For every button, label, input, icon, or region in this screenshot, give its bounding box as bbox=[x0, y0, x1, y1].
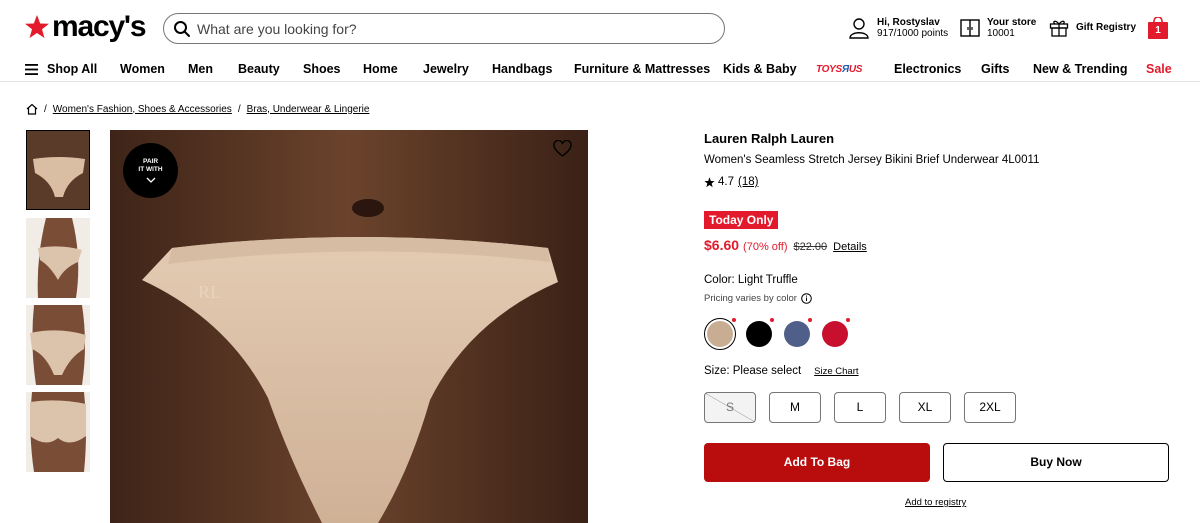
main-nav: Shop All Women Men Beauty Shoes Home Jew… bbox=[0, 56, 1200, 82]
nav-women[interactable]: Women bbox=[120, 62, 165, 76]
pricing-note: Pricing varies by color bbox=[704, 293, 812, 304]
store-icon bbox=[960, 19, 980, 37]
original-price: $22.00 bbox=[793, 241, 828, 253]
gift-registry-label: Gift Registry bbox=[1076, 21, 1137, 33]
nav-furniture[interactable]: Furniture & Mattresses bbox=[574, 62, 710, 76]
add-to-wishlist-button[interactable] bbox=[553, 139, 572, 163]
product-brand[interactable]: Lauren Ralph Lauren bbox=[704, 131, 834, 146]
nav-sale[interactable]: Sale bbox=[1146, 62, 1172, 76]
macys-logo[interactable]: macy's bbox=[24, 10, 147, 43]
breadcrumb: / Women's Fashion, Shoes & Accessories /… bbox=[26, 103, 375, 115]
sale-price: $6.60 bbox=[704, 237, 740, 253]
swatch-fill bbox=[707, 321, 733, 347]
gift-icon bbox=[1049, 20, 1069, 37]
info-icon[interactable] bbox=[801, 293, 812, 304]
product-rating[interactable]: 4.7 (18) bbox=[704, 176, 758, 188]
nav-gifts[interactable]: Gifts bbox=[981, 62, 1009, 76]
nav-electronics[interactable]: Electronics bbox=[894, 62, 961, 76]
pair-badge-line1: PAIR bbox=[142, 158, 159, 165]
nav-shoes[interactable]: Shoes bbox=[303, 62, 341, 76]
bag-count-badge: 1 bbox=[1148, 22, 1168, 39]
nav-kids-baby[interactable]: Kids & Baby bbox=[723, 62, 797, 76]
user-icon bbox=[849, 18, 869, 39]
size-label: Size: Please select bbox=[704, 365, 802, 377]
price-row: $6.60 (70% off) $22.00 Details bbox=[704, 237, 867, 253]
pricing-note-text: Pricing varies by color bbox=[704, 293, 797, 304]
home-icon[interactable] bbox=[26, 103, 38, 115]
color-swatch-light-truffle[interactable] bbox=[704, 318, 736, 350]
pair-it-with-badge[interactable]: PAIR IT WITH bbox=[123, 143, 178, 198]
today-only-badge: Today Only bbox=[704, 211, 779, 229]
account-points: 917/1000 points bbox=[877, 28, 949, 39]
site-header: macy's Hi, Rostyslav 917/1000 points You… bbox=[0, 0, 1200, 56]
rating-value: 4.7 bbox=[718, 176, 734, 188]
size-label-row: Size: Please select Size Chart bbox=[704, 365, 859, 377]
sale-dot bbox=[808, 318, 812, 322]
nav-new-trending[interactable]: New & Trending bbox=[1033, 62, 1127, 76]
price-details-link[interactable]: Details bbox=[833, 241, 867, 253]
svg-text:RL: RL bbox=[198, 282, 221, 302]
store-selector[interactable]: Your store 10001 bbox=[960, 17, 1036, 39]
search-input[interactable] bbox=[197, 20, 697, 37]
nav-shop-all[interactable]: Shop All bbox=[25, 62, 97, 76]
sale-dot bbox=[732, 318, 736, 322]
add-to-bag-button[interactable]: Add To Bag bbox=[704, 443, 930, 482]
thumbnail-image bbox=[26, 305, 90, 385]
star-icon bbox=[25, 15, 49, 38]
shopping-bag-button[interactable]: 1 bbox=[1148, 17, 1168, 39]
size-option-l[interactable]: L bbox=[834, 392, 886, 423]
main-product-image[interactable]: RL bbox=[110, 130, 588, 523]
heart-icon bbox=[553, 139, 572, 157]
gift-registry-link[interactable]: Gift Registry bbox=[1049, 17, 1136, 37]
search-bar[interactable] bbox=[163, 13, 725, 44]
account-menu[interactable]: Hi, Rostyslav 917/1000 points bbox=[848, 17, 948, 39]
store-label: Your store bbox=[987, 17, 1037, 28]
nav-home[interactable]: Home bbox=[363, 62, 398, 76]
color-label: Color: Light Truffle bbox=[704, 274, 798, 286]
breadcrumb-bras-underwear[interactable]: Bras, Underwear & Lingerie bbox=[247, 104, 370, 115]
color-swatch-black[interactable] bbox=[746, 321, 772, 347]
thumbnail-image bbox=[26, 218, 90, 298]
product-thumbnail-2[interactable] bbox=[26, 218, 90, 298]
product-photo: RL bbox=[110, 130, 588, 523]
search-icon[interactable] bbox=[173, 20, 191, 38]
size-option-2xl[interactable]: 2XL bbox=[964, 392, 1016, 423]
logo-text: macy's bbox=[52, 10, 147, 43]
product-thumbnail-1[interactable] bbox=[26, 130, 90, 210]
color-swatch-red[interactable] bbox=[822, 321, 848, 347]
size-option-s[interactable]: S bbox=[704, 392, 756, 423]
sale-dot bbox=[846, 318, 850, 322]
thumbnail-image bbox=[26, 392, 90, 472]
nav-beauty[interactable]: Beauty bbox=[238, 62, 280, 76]
product-thumbnail-4[interactable] bbox=[26, 392, 90, 472]
product-title: Women's Seamless Stretch Jersey Bikini B… bbox=[704, 154, 1040, 166]
nav-shop-all-label: Shop All bbox=[47, 62, 98, 76]
nav-jewelry[interactable]: Jewelry bbox=[423, 62, 469, 76]
size-option-xl[interactable]: XL bbox=[899, 392, 951, 423]
breadcrumb-separator: / bbox=[44, 103, 47, 115]
size-chart-link[interactable]: Size Chart bbox=[814, 366, 858, 377]
color-swatch-navy[interactable] bbox=[784, 321, 810, 347]
chevron-down-icon bbox=[146, 177, 155, 183]
size-option-m[interactable]: M bbox=[769, 392, 821, 423]
store-zip: 10001 bbox=[987, 28, 1015, 39]
breadcrumb-womens-fashion[interactable]: Women's Fashion, Shoes & Accessories bbox=[53, 104, 232, 115]
nav-toys-r-us-logo[interactable]: TOYSЯUS bbox=[816, 64, 862, 75]
account-greeting: Hi, Rostyslav bbox=[877, 17, 940, 28]
buy-now-button[interactable]: Buy Now bbox=[943, 443, 1169, 482]
breadcrumb-separator: / bbox=[237, 103, 241, 115]
thumbnail-image bbox=[27, 131, 89, 209]
menu-icon bbox=[25, 63, 38, 75]
product-thumbnail-3[interactable] bbox=[26, 305, 90, 385]
review-count-link[interactable]: (18) bbox=[738, 176, 758, 188]
pair-badge-line2: IT WITH bbox=[138, 166, 163, 173]
sale-dot bbox=[770, 318, 774, 322]
add-to-registry-link[interactable]: Add to registry bbox=[905, 497, 966, 508]
nav-men[interactable]: Men bbox=[188, 62, 213, 76]
star-rating-icon bbox=[704, 176, 715, 187]
discount-percent: (70% off) bbox=[743, 241, 788, 253]
nav-handbags[interactable]: Handbags bbox=[492, 62, 552, 76]
